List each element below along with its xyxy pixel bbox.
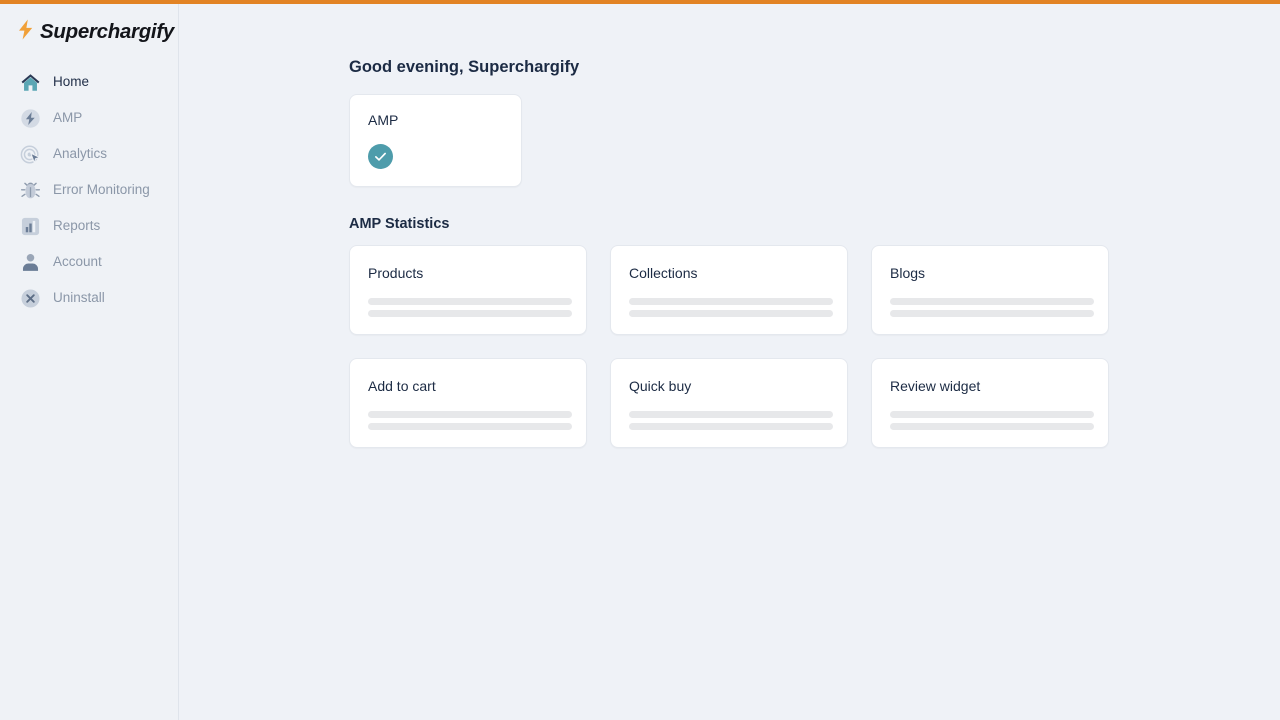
amp-status-card[interactable]: AMP xyxy=(349,93,522,187)
amp-card-title: AMP xyxy=(368,111,399,128)
skeleton-bar xyxy=(368,310,572,318)
bug-icon xyxy=(19,179,41,201)
user-icon xyxy=(19,251,41,273)
stat-card-title: Quick buy xyxy=(629,378,692,395)
top-accent-bar xyxy=(0,0,1280,4)
sidebar-item-label: Analytics xyxy=(53,146,108,162)
stat-card-title: Blogs xyxy=(890,265,926,282)
skeleton-bar xyxy=(890,310,1094,318)
skeleton-bar xyxy=(629,411,833,419)
stat-card-title: Review widget xyxy=(890,378,981,395)
skeleton-bar xyxy=(890,423,1094,431)
skeleton-placeholder xyxy=(368,298,572,334)
skeleton-placeholder xyxy=(890,411,1094,447)
close-circle-icon xyxy=(19,287,41,309)
sidebar-item-uninstall[interactable]: Uninstall xyxy=(0,280,178,316)
stat-card-title: Collections xyxy=(629,265,698,282)
analytics-cursor-icon xyxy=(19,143,41,165)
bar-chart-icon xyxy=(19,215,41,237)
sidebar-item-reports[interactable]: Reports xyxy=(0,208,178,244)
skeleton-placeholder xyxy=(890,298,1094,334)
sidebar-item-label: AMP xyxy=(53,110,83,126)
skeleton-bar xyxy=(368,411,572,419)
stat-card[interactable]: Blogs xyxy=(871,245,1109,336)
skeleton-bar xyxy=(890,411,1094,419)
skeleton-bar xyxy=(890,298,1094,306)
skeleton-bar xyxy=(368,298,572,306)
sidebar-item-label: Uninstall xyxy=(53,290,105,306)
home-icon xyxy=(19,71,41,93)
skeleton-bar xyxy=(629,298,833,306)
skeleton-placeholder xyxy=(629,411,833,447)
skeleton-placeholder xyxy=(629,298,833,334)
amp-bolt-icon xyxy=(19,107,41,129)
lightning-bolt-icon xyxy=(17,19,34,45)
skeleton-bar xyxy=(629,423,833,431)
check-circle-icon xyxy=(368,143,393,169)
skeleton-bar xyxy=(368,423,572,431)
sidebar-item-label: Reports xyxy=(53,218,101,234)
sidebar-item-analytics[interactable]: Analytics xyxy=(0,136,178,172)
stat-card-title: Products xyxy=(368,265,424,282)
skeleton-placeholder xyxy=(368,411,572,447)
statistics-grid: Products Collections Blogs Add to cart Q… xyxy=(349,245,1109,449)
sidebar-item-label: Account xyxy=(53,254,102,270)
sidebar-item-home[interactable]: Home xyxy=(0,64,178,100)
stat-card[interactable]: Review widget xyxy=(871,358,1109,449)
sidebar-nav: Home AMP Analytics Error Monitoring Repo… xyxy=(0,64,178,316)
content-wrapper: Good evening, Superchargify AMP AMP Stat… xyxy=(179,4,1280,449)
sidebar-item-label: Error Monitoring xyxy=(53,182,150,198)
stat-card[interactable]: Add to cart xyxy=(349,358,587,449)
stat-card-title: Add to cart xyxy=(368,378,436,395)
skeleton-bar xyxy=(629,310,833,318)
app-logo-text: Superchargify xyxy=(40,19,174,43)
app-shell: Superchargify Home AMP Analytics Error M… xyxy=(0,4,1280,720)
sidebar: Superchargify Home AMP Analytics Error M… xyxy=(0,4,179,720)
app-logo[interactable]: Superchargify xyxy=(0,4,178,48)
page-title: Good evening, Superchargify xyxy=(349,58,580,76)
main-content: Good evening, Superchargify AMP AMP Stat… xyxy=(179,4,1280,720)
sidebar-item-account[interactable]: Account xyxy=(0,244,178,280)
statistics-section-title: AMP Statistics xyxy=(349,215,450,232)
sidebar-item-error-monitoring[interactable]: Error Monitoring xyxy=(0,172,178,208)
sidebar-item-amp[interactable]: AMP xyxy=(0,100,178,136)
sidebar-item-label: Home xyxy=(53,74,90,90)
stat-card[interactable]: Quick buy xyxy=(610,358,848,449)
stat-card[interactable]: Collections xyxy=(610,245,848,336)
stat-card[interactable]: Products xyxy=(349,245,587,336)
